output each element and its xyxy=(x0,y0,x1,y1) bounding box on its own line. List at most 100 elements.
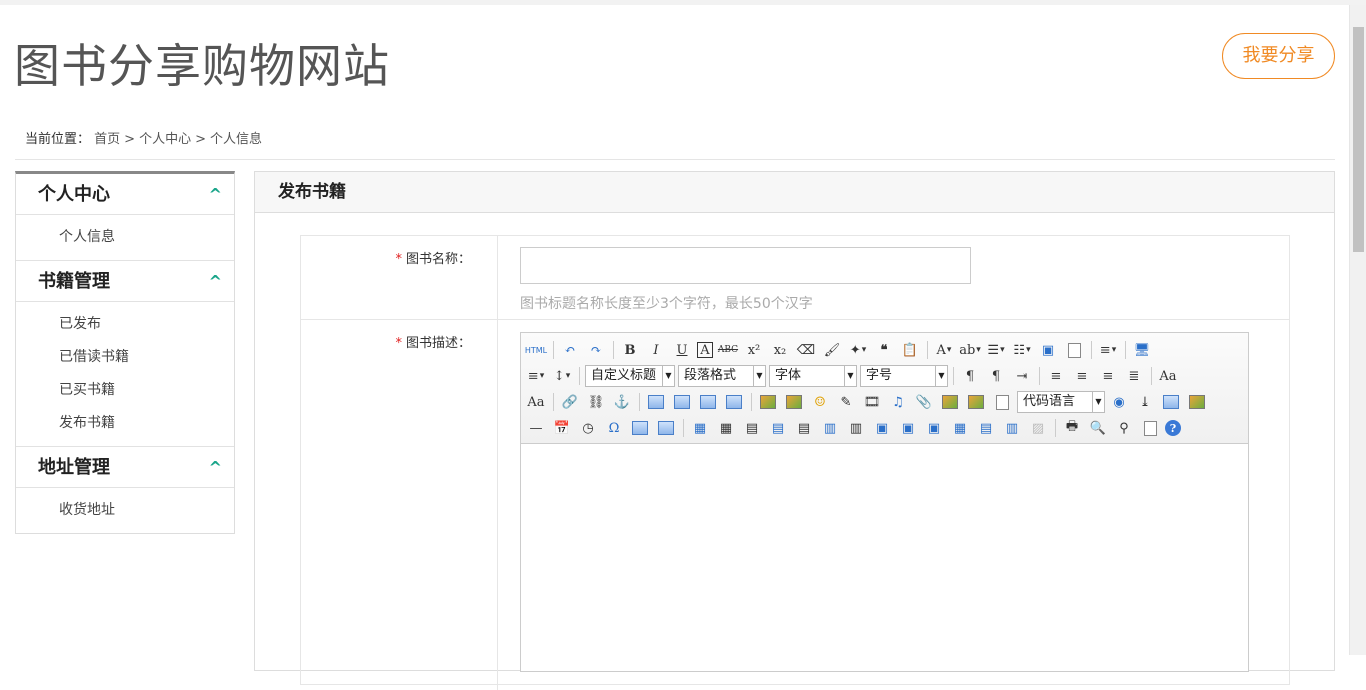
ordered-list-icon[interactable]: ☰ xyxy=(985,340,1007,360)
uppercase-icon[interactable]: Aa xyxy=(1157,366,1179,386)
insert-frame-icon[interactable] xyxy=(991,392,1013,412)
scrollbar-thumb[interactable] xyxy=(1353,27,1364,252)
share-button[interactable]: 我要分享 xyxy=(1222,33,1335,79)
snapscreen-icon[interactable] xyxy=(629,418,651,438)
row-spacing-top-icon[interactable]: ≡ xyxy=(1097,340,1119,360)
image-none-icon[interactable] xyxy=(645,392,667,412)
align-justify-icon[interactable]: ≣ xyxy=(1123,366,1145,386)
subscript-icon[interactable]: x₂ xyxy=(769,340,791,360)
redo-icon[interactable]: ↷ xyxy=(585,340,607,360)
delete-column-icon[interactable]: ▥ xyxy=(845,418,867,438)
split-to-cols-icon[interactable]: ▥ xyxy=(1001,418,1023,438)
strikethrough-icon[interactable]: ABC xyxy=(717,340,739,360)
sidebar-item-profile[interactable]: 个人信息 xyxy=(16,221,234,254)
sidebar-section-address-management[interactable]: 地址管理 ^ xyxy=(16,447,234,488)
custom-title-select[interactable]: 自定义标题 ▼ xyxy=(585,365,675,387)
gmap-icon[interactable] xyxy=(965,392,987,412)
insert-column-icon[interactable]: ▥ xyxy=(819,418,841,438)
clear-document-icon[interactable] xyxy=(1063,340,1085,360)
paste-text-icon[interactable]: 📋 xyxy=(899,340,921,360)
align-left-icon[interactable]: ≡ xyxy=(1045,366,1067,386)
insert-table-icon[interactable]: ▦ xyxy=(689,418,711,438)
blockquote-icon[interactable]: ❝ xyxy=(873,340,895,360)
insert-row-icon[interactable]: ▤ xyxy=(767,418,789,438)
chevron-up-icon[interactable]: ^ xyxy=(209,447,222,488)
bold-icon[interactable]: B xyxy=(619,340,641,360)
preview-zoom-icon[interactable]: 🔍 xyxy=(1087,418,1109,438)
code-language-select[interactable]: 代码语言 ▼ xyxy=(1017,391,1105,413)
highlight-color-icon[interactable]: ab xyxy=(959,340,981,360)
magic-wand-icon[interactable]: ✦ xyxy=(847,340,869,360)
merge-down-icon[interactable]: ▣ xyxy=(923,418,945,438)
html-source-icon[interactable]: HTML xyxy=(525,340,547,360)
font-size-select[interactable]: 字号 ▼ xyxy=(860,365,948,387)
underline-icon[interactable]: U xyxy=(671,340,693,360)
sidebar-section-book-management[interactable]: 书籍管理 ^ xyxy=(16,261,234,302)
merge-right-icon[interactable]: ▣ xyxy=(897,418,919,438)
background-icon[interactable] xyxy=(1186,392,1208,412)
italic-icon[interactable]: I xyxy=(645,340,667,360)
simple-upload-icon[interactable] xyxy=(757,392,779,412)
row-spacing-bottom-icon[interactable]: ≡ xyxy=(525,366,547,386)
page-scrollbar[interactable] xyxy=(1349,5,1366,655)
delete-table-icon[interactable]: ▦ xyxy=(715,418,737,438)
align-center-icon[interactable]: ≡ xyxy=(1071,366,1093,386)
book-name-input[interactable] xyxy=(520,247,971,284)
split-to-cells-icon[interactable]: ▦ xyxy=(949,418,971,438)
anchor-icon[interactable]: ⚓ xyxy=(611,392,633,412)
search-replace-icon[interactable]: ⚲ xyxy=(1113,418,1135,438)
special-chars-icon[interactable]: Ω xyxy=(603,418,625,438)
chevron-up-icon[interactable]: ^ xyxy=(209,261,222,302)
sidebar-item-publish-book[interactable]: 发布书籍 xyxy=(16,407,234,440)
line-height-icon[interactable]: ↕ xyxy=(551,366,573,386)
paragraph-format-select[interactable]: 段落格式 ▼ xyxy=(678,365,766,387)
sidebar-item-shipping-address[interactable]: 收货地址 xyxy=(16,494,234,527)
print-icon[interactable]: 🖶 xyxy=(1061,418,1083,438)
date-icon[interactable]: 📅 xyxy=(551,418,573,438)
sidebar-item-published[interactable]: 已发布 xyxy=(16,308,234,341)
chevron-up-icon[interactable]: ^ xyxy=(209,174,222,215)
attachment-icon[interactable]: 📎 xyxy=(913,392,935,412)
image-right-icon[interactable] xyxy=(697,392,719,412)
lowercase-icon[interactable]: Aa xyxy=(525,392,547,412)
breadcrumb-home[interactable]: 首页 xyxy=(94,132,120,147)
word-image-icon[interactable] xyxy=(655,418,677,438)
horizontal-rule-icon[interactable]: — xyxy=(525,418,547,438)
sidebar-item-bought[interactable]: 已买书籍 xyxy=(16,374,234,407)
split-to-rows-icon[interactable]: ▤ xyxy=(975,418,997,438)
font-border-icon[interactable]: A xyxy=(697,342,713,358)
editor-content-area[interactable] xyxy=(521,445,1248,671)
font-color-icon[interactable]: A xyxy=(933,340,955,360)
link-icon[interactable]: 🔗 xyxy=(559,392,581,412)
delete-row-icon[interactable]: ▤ xyxy=(793,418,815,438)
ltr-direction-icon[interactable]: ¶ xyxy=(959,366,981,386)
indent-icon[interactable]: ⇥ xyxy=(1011,366,1033,386)
help-icon[interactable]: ? xyxy=(1165,420,1181,436)
emotion-icon[interactable]: ☺ xyxy=(809,392,831,412)
breadcrumb-user-center[interactable]: 个人中心 xyxy=(139,132,191,147)
web-app-icon[interactable]: ◉ xyxy=(1108,392,1130,412)
insert-paragraph-before-table-icon[interactable]: ▤ xyxy=(741,418,763,438)
time-icon[interactable]: ◷ xyxy=(577,418,599,438)
map-icon[interactable] xyxy=(939,392,961,412)
music-icon[interactable]: ♫ xyxy=(887,392,909,412)
eraser-icon[interactable]: ⌫ xyxy=(795,340,817,360)
select-all-icon[interactable]: ▣ xyxy=(1037,340,1059,360)
image-left-icon[interactable] xyxy=(671,392,693,412)
preview-icon[interactable]: 🖥 xyxy=(1131,340,1153,360)
sidebar-section-user-center[interactable]: 个人中心 ^ xyxy=(16,174,234,215)
insert-image-icon[interactable] xyxy=(783,392,805,412)
format-brush-icon[interactable]: 🖌 xyxy=(821,340,843,360)
scrawl-icon[interactable]: ✎ xyxy=(835,392,857,412)
charts-icon[interactable]: ▨ xyxy=(1027,418,1049,438)
rtl-direction-icon[interactable]: ¶ xyxy=(985,366,1007,386)
superscript-icon[interactable]: x² xyxy=(743,340,765,360)
font-family-select[interactable]: 字体 ▼ xyxy=(769,365,857,387)
unlink-icon[interactable]: ⛓ xyxy=(585,392,607,412)
insert-video-icon[interactable]: 🎞 xyxy=(861,392,883,412)
image-center-icon[interactable] xyxy=(723,392,745,412)
breadcrumb-profile[interactable]: 个人信息 xyxy=(210,132,262,147)
undo-icon[interactable]: ↶ xyxy=(559,340,581,360)
drafts-icon[interactable] xyxy=(1139,418,1161,438)
sidebar-item-borrowed[interactable]: 已借读书籍 xyxy=(16,341,234,374)
